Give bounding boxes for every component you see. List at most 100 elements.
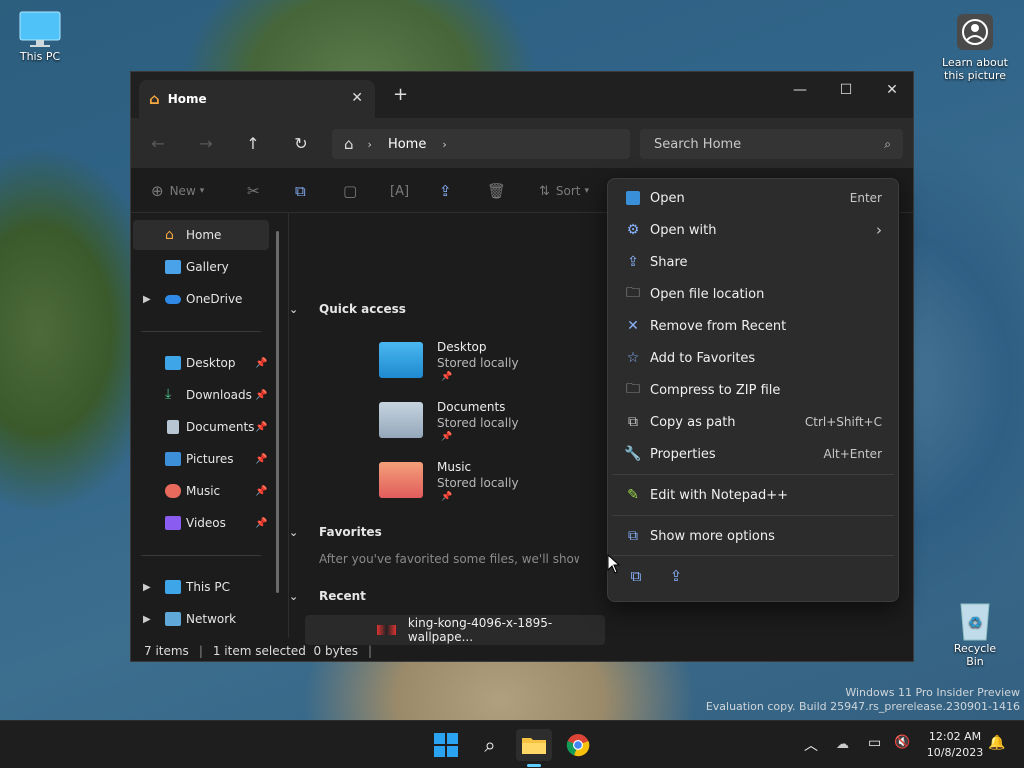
menu-item-shortcut: Alt+Enter — [823, 447, 882, 461]
pin-icon[interactable]: 📌 — [255, 518, 267, 529]
menu-item-properties[interactable]: 🔧 Properties Alt+Enter — [612, 439, 894, 469]
section-title: Quick access — [319, 302, 406, 316]
desktop-icon-this-pc[interactable]: This PC — [14, 10, 66, 63]
menu-item-open-with[interactable]: ⚙ Open with › — [612, 215, 894, 245]
status-bar: 7 items | 1 item selected 0 bytes | — [131, 638, 913, 663]
sidebar-item-music[interactable]: Music 📌 — [133, 476, 269, 506]
menu-item-add-to-favorites[interactable]: ☆ Add to Favorites — [612, 343, 894, 373]
sidebar-item-home[interactable]: ⌂ Home — [133, 220, 269, 250]
videos-icon — [165, 516, 181, 530]
maximize-button[interactable]: ☐ — [823, 76, 869, 104]
home-outline-icon: ⌂ — [344, 135, 354, 153]
sidebar-item-downloads[interactable]: ⤓ Downloads 📌 — [133, 380, 269, 410]
sort-button[interactable]: ⇅ Sort ▾ — [539, 178, 589, 204]
copy-icon[interactable]: ⧉ — [622, 567, 650, 591]
network-tray-icon[interactable]: ▭ — [868, 735, 881, 751]
chrome-taskbar-button[interactable] — [560, 729, 596, 761]
tab-home[interactable]: ⌂ Home ✕ — [139, 80, 375, 118]
delete-icon[interactable]: 🗑 — [487, 178, 506, 204]
desktop-icon-label: Recycle Bin — [953, 642, 997, 668]
chevron-right-icon[interactable]: ▶ — [143, 582, 151, 593]
menu-item-compress-zip[interactable]: 🗀 Compress to ZIP file — [612, 375, 894, 405]
pin-icon[interactable]: 📌 — [255, 454, 267, 465]
minimize-button[interactable]: — — [777, 76, 823, 104]
notepadpp-icon: ✎ — [627, 487, 639, 503]
close-tab-icon[interactable]: ✕ — [351, 90, 363, 106]
selection-info: 1 item selected 0 bytes — [212, 643, 359, 658]
divider — [141, 331, 261, 332]
sidebar-item-desktop[interactable]: Desktop 📌 — [133, 348, 269, 378]
status-divider: | — [198, 643, 203, 658]
file-explorer-taskbar-button[interactable] — [516, 729, 552, 767]
volume-muted-icon[interactable]: 🔇 — [894, 735, 910, 750]
sidebar-item-pictures[interactable]: Pictures 📌 — [133, 444, 269, 474]
cut-icon[interactable]: ✂ — [247, 178, 260, 204]
sidebar-scrollbar[interactable] — [276, 231, 279, 593]
folder-status: Stored locally — [437, 476, 519, 490]
chevron-right-icon: › — [876, 221, 882, 239]
pin-icon: 📌 — [441, 372, 453, 382]
quick-access-item-music[interactable]: Music Stored locally 📌 — [379, 456, 579, 516]
share-icon[interactable]: ⇪ — [439, 178, 452, 204]
forward-arrow-icon[interactable]: → — [191, 128, 221, 158]
pin-icon[interactable]: 📌 — [255, 422, 267, 433]
onedrive-tray-icon[interactable]: ☁ — [836, 737, 849, 752]
close-button[interactable]: ✕ — [869, 76, 915, 104]
menu-item-label: Open file location — [650, 286, 765, 302]
new-button[interactable]: ⊕ New ▾ — [151, 178, 204, 204]
search-button[interactable]: ⌕ — [472, 729, 508, 761]
recycle-bin-icon: ♻ — [960, 603, 990, 641]
share-icon[interactable]: ⇪ — [662, 567, 690, 591]
pin-icon[interactable]: 📌 — [255, 358, 267, 369]
sidebar-item-gallery[interactable]: Gallery — [133, 252, 269, 282]
section-recent[interactable]: ⌄ Recent — [289, 589, 366, 603]
desktop-icon-recycle-bin[interactable]: ♻ Recycle Bin — [944, 598, 1006, 668]
documents-folder-icon — [379, 402, 423, 438]
section-favorites[interactable]: ⌄ Favorites — [289, 525, 382, 539]
camera-info-icon — [957, 14, 993, 50]
chevron-right-icon[interactable]: ▶ — [143, 614, 151, 625]
menu-item-show-more-options[interactable]: ⧉ Show more options — [612, 521, 894, 551]
refresh-icon[interactable]: ↻ — [286, 128, 316, 158]
clock[interactable]: 12:02 AM 10/8/2023 — [922, 729, 988, 761]
folder-status: Stored locally — [437, 416, 519, 430]
chevron-down-icon: ▾ — [199, 186, 205, 196]
sidebar-item-label: OneDrive — [186, 292, 243, 306]
start-button[interactable] — [428, 729, 464, 761]
paste-icon[interactable]: ▢ — [343, 178, 357, 204]
folder-icon — [522, 738, 546, 754]
notification-bell-icon[interactable]: 🔔 — [988, 735, 1005, 751]
sidebar-item-onedrive[interactable]: ▶ OneDrive — [133, 284, 269, 314]
pin-icon[interactable]: 📌 — [255, 486, 267, 497]
sidebar-item-this-pc[interactable]: ▶ This PC — [133, 572, 269, 602]
menu-item-open-file-location[interactable]: 🗀 Open file location — [612, 279, 894, 309]
desktop-icon-learn-about-picture[interactable]: Learn about this picture — [938, 12, 1012, 82]
sidebar-item-documents[interactable]: Documents 📌 — [133, 412, 269, 442]
search-box[interactable]: Search Home ⌕ — [640, 129, 903, 159]
section-quick-access[interactable]: ⌄ Quick access — [289, 302, 406, 316]
sidebar-item-network[interactable]: ▶ Network — [133, 604, 269, 634]
new-tab-button[interactable]: + — [393, 84, 408, 105]
quick-access-item-documents[interactable]: Documents Stored locally 📌 — [379, 396, 579, 456]
address-bar[interactable]: ⌂ › Home › — [332, 129, 630, 159]
sidebar-item-videos[interactable]: Videos 📌 — [133, 508, 269, 538]
pin-icon[interactable]: 📌 — [255, 390, 267, 401]
menu-item-share[interactable]: ⇪ Share — [612, 247, 894, 277]
copy-icon[interactable]: ⧉ — [295, 178, 306, 204]
menu-item-remove-from-recent[interactable]: ✕ Remove from Recent — [612, 311, 894, 341]
chevron-right-icon[interactable]: ▶ — [143, 294, 151, 305]
back-arrow-icon[interactable]: ← — [143, 128, 173, 158]
menu-item-copy-as-path[interactable]: ⧉ Copy as path Ctrl+Shift+C — [612, 407, 894, 437]
sidebar-item-label: Desktop — [186, 356, 236, 370]
up-arrow-icon[interactable]: ↑ — [238, 128, 268, 158]
music-folder-icon — [379, 462, 423, 498]
quick-access-item-desktop[interactable]: Desktop Stored locally 📌 — [379, 336, 579, 396]
menu-item-open[interactable]: Open Enter — [612, 183, 894, 213]
breadcrumb-home[interactable]: Home — [388, 137, 426, 152]
rename-icon[interactable]: [A] — [390, 178, 409, 204]
desktop-folder-icon — [165, 356, 181, 370]
section-title: Favorites — [319, 525, 382, 539]
title-bar: ⌂ Home ✕ + — ☐ ✕ — [131, 72, 913, 118]
chevron-up-icon[interactable]: ︿ — [804, 735, 818, 755]
menu-item-edit-notepadpp[interactable]: ✎ Edit with Notepad++ — [612, 480, 894, 510]
